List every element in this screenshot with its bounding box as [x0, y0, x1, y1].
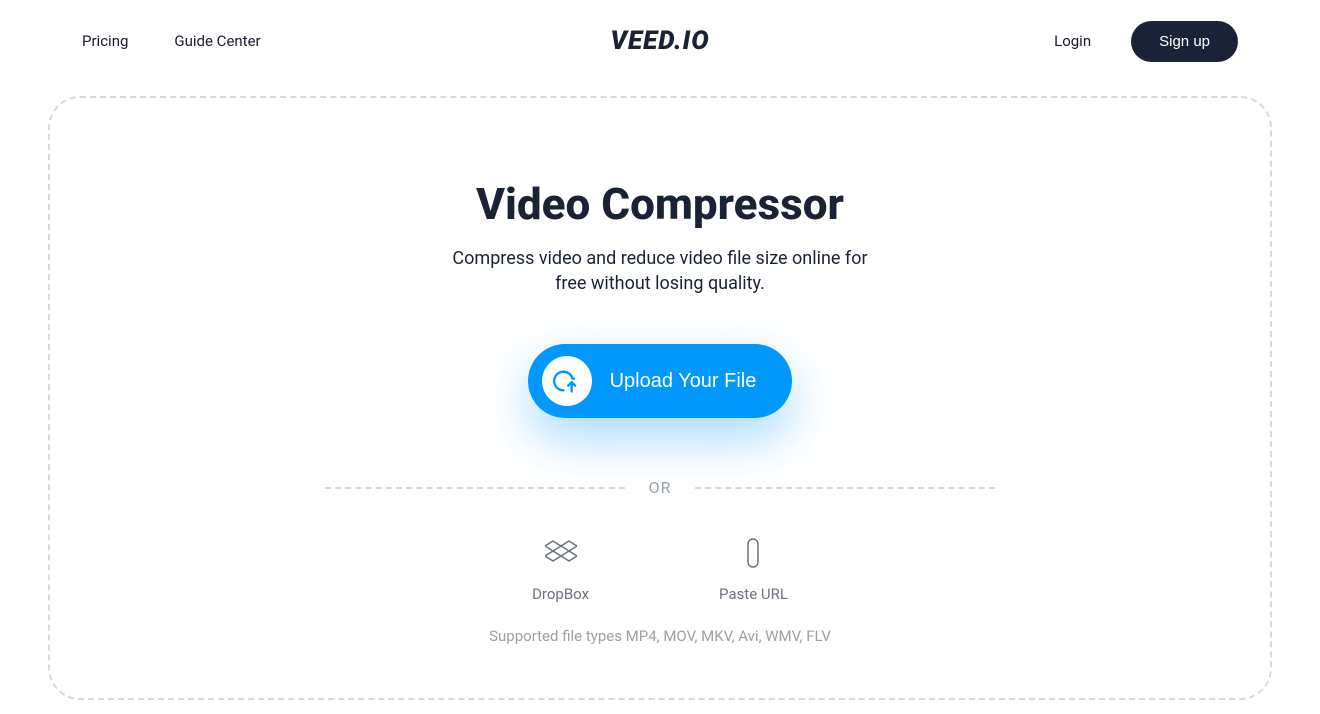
nav-guide-link[interactable]: Guide Center	[174, 32, 260, 50]
cloud-upload-icon	[553, 367, 581, 395]
or-text: OR	[625, 478, 696, 497]
dropbox-label: DropBox	[532, 585, 589, 603]
page-subtitle: Compress video and reduce video file siz…	[450, 246, 870, 296]
paste-url-icon	[737, 537, 769, 569]
supported-file-types: Supported file types MP4, MOV, MKV, Avi,…	[489, 627, 831, 645]
header: Pricing Guide Center VEED.IO Login Sign …	[0, 0, 1320, 82]
nav-pricing-link[interactable]: Pricing	[82, 32, 128, 50]
upload-icon-circle	[542, 356, 592, 406]
upload-file-button[interactable]: Upload Your File	[528, 344, 793, 418]
dropbox-option[interactable]: DropBox	[532, 537, 589, 603]
divider-line-left	[325, 487, 625, 489]
alternative-options: DropBox Paste URL	[532, 537, 788, 603]
signup-button[interactable]: Sign up	[1131, 21, 1238, 62]
dropbox-icon	[545, 537, 577, 569]
nav-right: Login Sign up	[1054, 21, 1238, 62]
paste-url-label: Paste URL	[719, 585, 788, 603]
logo[interactable]: VEED.IO	[610, 26, 709, 56]
page-title: Video Compressor	[476, 178, 844, 230]
divider-line-right	[695, 487, 995, 489]
or-divider: OR	[325, 478, 995, 497]
main-drop-zone[interactable]: Video Compressor Compress video and redu…	[48, 96, 1272, 700]
nav-left: Pricing Guide Center	[82, 32, 261, 50]
login-link[interactable]: Login	[1054, 32, 1091, 50]
upload-button-label: Upload Your File	[610, 370, 757, 393]
paste-url-option[interactable]: Paste URL	[719, 537, 788, 603]
